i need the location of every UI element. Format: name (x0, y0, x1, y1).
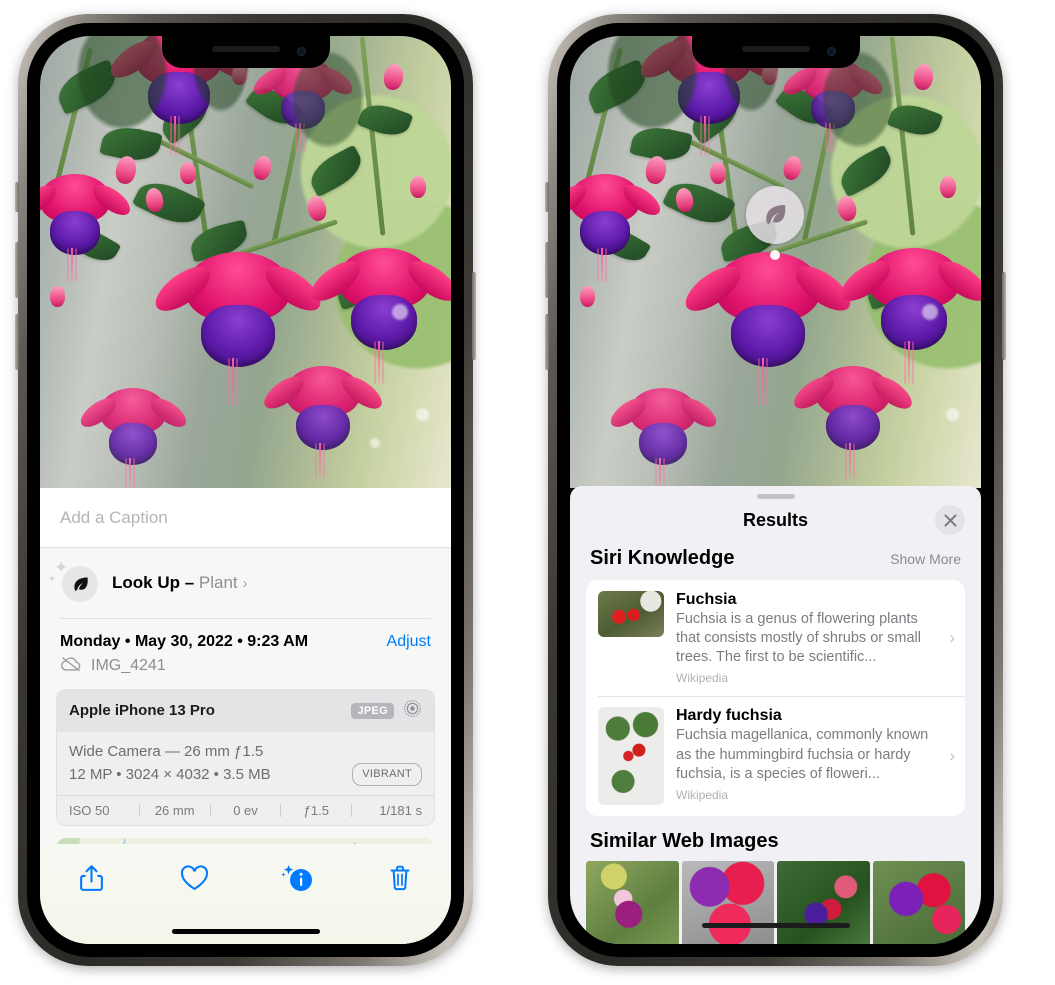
earpiece-speaker (741, 46, 810, 52)
home-indicator (171, 929, 320, 934)
file-name: IMG_4241 (91, 657, 166, 674)
web-image-2[interactable] (681, 861, 774, 944)
earpiece-speaker (211, 46, 280, 52)
photo-date: Monday • May 30, 2022 • 9:23 AM (60, 632, 309, 650)
look-up-title: Look Up – (112, 573, 195, 592)
aperture-icon (403, 699, 422, 723)
power-button[interactable] (1002, 272, 1006, 360)
chevron-right-icon: › (242, 574, 248, 592)
card-source: Wikipedia (676, 787, 729, 802)
card-description: Fuchsia is a genus of flowering plants t… (676, 611, 921, 666)
photo-viewer[interactable] (570, 36, 981, 488)
lens-info: Wide Camera — 26 mm ƒ1.5 (69, 742, 264, 760)
close-button[interactable] (935, 505, 965, 535)
front-camera (826, 47, 836, 56)
card-body: Hardy fuchsia Fuchsia magellanica, commo… (664, 707, 947, 801)
similar-web-images-row (570, 861, 981, 944)
style-badge: VIBRANT (352, 762, 422, 786)
volume-up-button[interactable] (545, 242, 549, 298)
exif-header-badges: JPEG (351, 699, 422, 723)
mute-switch[interactable] (545, 182, 549, 212)
chevron-right-icon: › (949, 628, 955, 648)
file-row: IMG_4241 (40, 653, 451, 689)
volume-down-button[interactable] (545, 314, 549, 370)
exif-stats: ISO 50 26 mm 0 ev ƒ1.5 1/181 s (57, 795, 434, 825)
exif-stat-shutter: 1/181 s (379, 803, 422, 818)
phone-left: Add a Caption ✦ ✦ Look Up – Plant › Mond… (15, 14, 476, 966)
chevron-right-icon: › (949, 746, 955, 766)
web-image-4[interactable] (872, 861, 965, 944)
adjust-button[interactable]: Adjust (387, 633, 431, 651)
screenshot-root: Add a Caption ✦ ✦ Look Up – Plant › Mond… (0, 0, 1055, 985)
mute-switch[interactable] (15, 182, 19, 212)
web-image-1[interactable] (586, 861, 679, 944)
card-title: Hardy fuchsia (676, 707, 782, 725)
favorite-button[interactable] (143, 858, 246, 898)
notch (161, 36, 330, 68)
card-description: Fuchsia magellanica, commonly known as t… (676, 727, 929, 782)
exif-stat-focal: 26 mm (154, 803, 195, 818)
badge-anchor-dot (770, 250, 780, 260)
phone-left-bezel: Add a Caption ✦ ✦ Look Up – Plant › Mond… (27, 23, 464, 957)
front-camera (296, 47, 306, 56)
web-image-3[interactable] (777, 861, 870, 944)
date-row: Monday • May 30, 2022 • 9:23 AM Adjust (40, 619, 451, 653)
size-info-row: 12 MP • 3024 × 4032 • 3.5 MB VIBRANT (69, 762, 422, 786)
phone-right: Results Siri Knowledge Show More Fuchsia… (545, 14, 1006, 966)
card-body: Fuchsia Fuchsia is a genus of flowering … (664, 591, 947, 685)
results-header: Results (570, 499, 981, 541)
knowledge-card[interactable]: Hardy fuchsia Fuchsia magellanica, commo… (586, 696, 965, 816)
exif-stat-aperture: ƒ1.5 (303, 803, 329, 818)
exif-body: Wide Camera — 26 mm ƒ1.5 12 MP • 3024 × … (57, 732, 434, 796)
volume-down-button[interactable] (15, 314, 19, 370)
knowledge-card[interactable]: Fuchsia Fuchsia is a genus of flowering … (586, 580, 965, 696)
sparkle-small-icon: ✦ (48, 574, 57, 585)
card-thumbnail (598, 707, 664, 806)
close-icon (944, 514, 956, 526)
exif-card: Apple iPhone 13 Pro JPEG Wide Camera — 2… (56, 688, 435, 826)
leaf-icon (62, 566, 98, 602)
exif-stat-iso: ISO 50 (69, 803, 110, 818)
siri-knowledge-cards: Fuchsia Fuchsia is a genus of flowering … (586, 580, 965, 817)
look-up-subject: Plant (198, 573, 238, 592)
card-title: Fuchsia (676, 591, 737, 608)
look-up-row[interactable]: ✦ ✦ Look Up – Plant › (40, 548, 451, 618)
card-source: Wikipedia (676, 671, 729, 686)
plant-lookup-badge[interactable] (746, 186, 804, 260)
siri-knowledge-title: Siri Knowledge (590, 547, 735, 569)
phone-left-screen: Add a Caption ✦ ✦ Look Up – Plant › Mond… (40, 36, 451, 944)
similar-web-images-title: Similar Web Images (590, 830, 779, 853)
exif-header: Apple iPhone 13 Pro JPEG (57, 689, 434, 732)
size-info: 12 MP • 3024 × 4032 • 3.5 MB (69, 765, 271, 783)
notch (691, 36, 860, 68)
leaf-icon (766, 205, 786, 225)
look-up-icon-group: ✦ ✦ (48, 559, 100, 604)
card-thumbnail (598, 591, 664, 637)
results-title: Results (742, 509, 809, 530)
look-up-label: Look Up – Plant (112, 573, 238, 593)
share-button[interactable] (40, 858, 143, 898)
home-indicator (701, 923, 850, 928)
show-more-button[interactable]: Show More (890, 551, 961, 567)
siri-knowledge-header: Siri Knowledge Show More (570, 541, 981, 580)
phone-right-screen: Results Siri Knowledge Show More Fuchsia… (570, 36, 981, 944)
caption-input[interactable]: Add a Caption (40, 488, 451, 548)
power-button[interactable] (472, 272, 476, 360)
photo-toolbar (40, 844, 451, 944)
format-badge: JPEG (351, 702, 394, 719)
photo-viewer[interactable] (40, 36, 451, 488)
delete-button[interactable] (348, 858, 451, 898)
results-sheet: Results Siri Knowledge Show More Fuchsia… (570, 486, 981, 944)
icloud-off-icon (60, 656, 82, 677)
volume-up-button[interactable] (15, 242, 19, 298)
info-button[interactable] (246, 858, 349, 898)
phone-right-bezel: Results Siri Knowledge Show More Fuchsia… (557, 23, 994, 957)
camera-model: Apple iPhone 13 Pro (69, 702, 215, 719)
exif-stat-ev: 0 ev (233, 803, 258, 818)
